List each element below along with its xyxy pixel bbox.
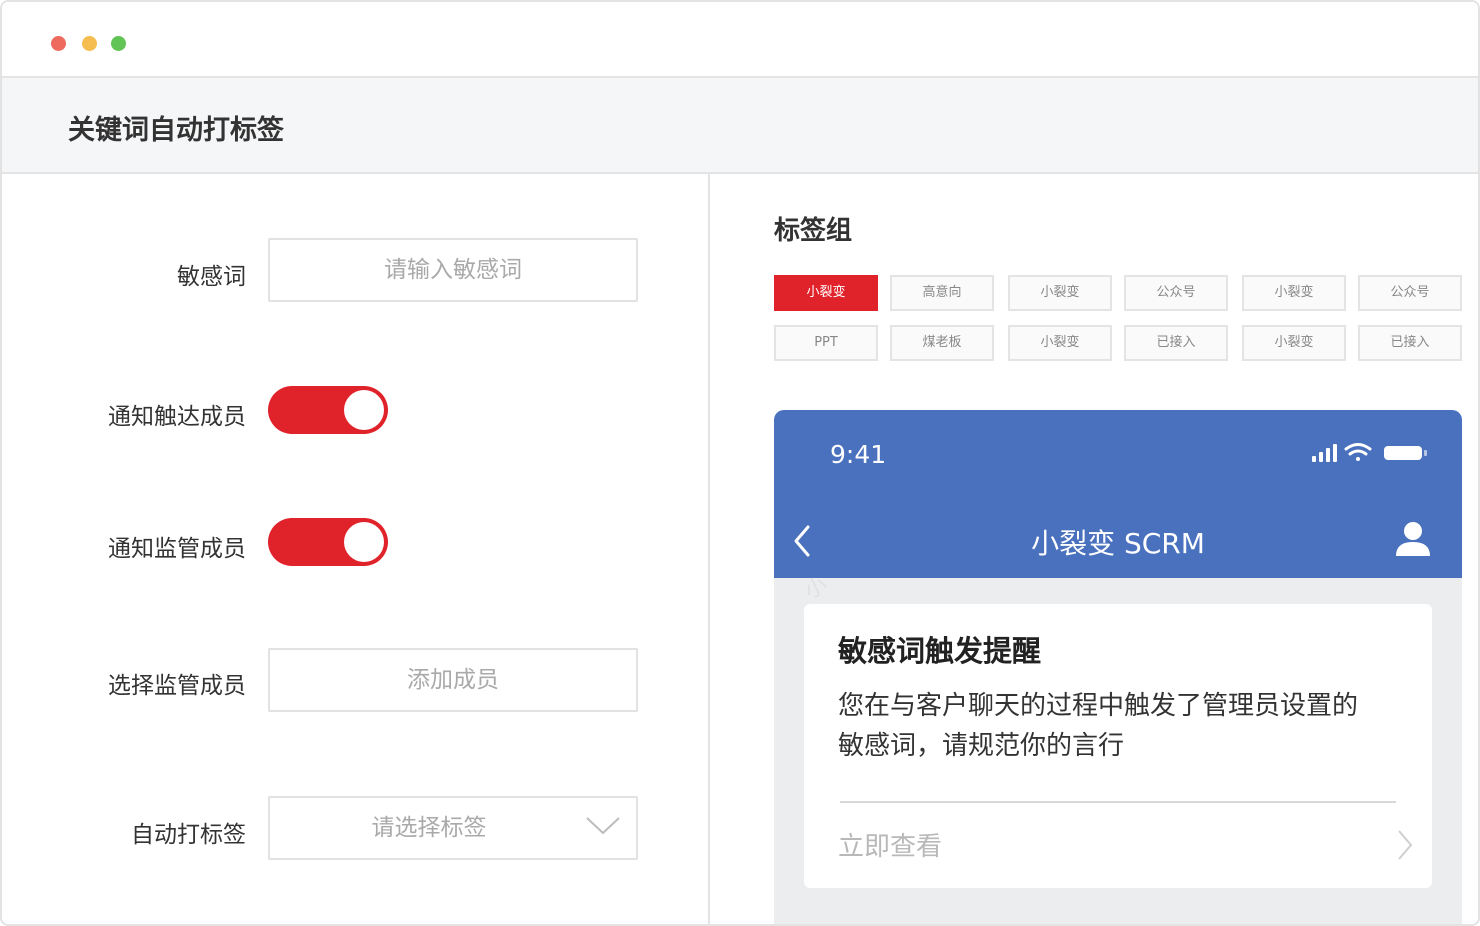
sensitive-word-label: 敏感词 [177, 264, 246, 290]
title-bar [2, 2, 1478, 78]
tag-chip[interactable]: 小裂变 [774, 275, 878, 311]
tag-chip[interactable]: 小裂变 [1008, 275, 1112, 311]
add-member-placeholder: 添加成员 [407, 667, 499, 693]
minimize-window-button[interactable] [82, 36, 97, 51]
notification-card: 敏感词触发提醒 您在与客户聊天的过程中触发了管理员设置的 敏感词，请规范你的言行… [804, 604, 1432, 888]
notification-body-line: 您在与客户聊天的过程中触发了管理员设置的 [838, 691, 1359, 721]
status-icons [1312, 443, 1427, 462]
notification-title: 敏感词触发提醒 [838, 634, 1042, 668]
view-now-link[interactable]: 立即查看 [838, 826, 942, 863]
card-divider [840, 801, 1396, 803]
panel-divider [708, 174, 710, 924]
notify-supervisor-label: 通知监管成员 [108, 536, 246, 562]
tag-chip[interactable]: 煤老板 [890, 325, 994, 361]
close-window-button[interactable] [51, 36, 66, 51]
add-member-field[interactable]: 添加成员 [268, 648, 638, 712]
toggle-knob [344, 390, 384, 430]
phone-header: 9:41 小裂变 SCRM [774, 410, 1462, 578]
tag-chip[interactable]: PPT [774, 325, 878, 361]
app-window: 关键词自动打标签 敏感词 请输入敏感词 通知触达成员 通知监管成员 选择监管成员… [0, 0, 1480, 926]
tag-group-title: 标签组 [774, 216, 853, 246]
tag-select[interactable]: 请选择标签 [268, 796, 638, 860]
select-supervisor-label: 选择监管成员 [108, 673, 246, 699]
notify-reach-toggle[interactable] [268, 386, 388, 434]
chevron-down-icon [586, 817, 620, 835]
phone-nav-title: 小裂变 SCRM [1031, 527, 1205, 560]
page-header: 关键词自动打标签 [2, 78, 1478, 174]
auto-tag-label: 自动打标签 [131, 822, 246, 848]
notify-supervisor-toggle[interactable] [268, 518, 388, 566]
page-title: 关键词自动打标签 [68, 115, 284, 146]
toggle-knob [344, 522, 384, 562]
tag-chip[interactable]: 公众号 [1124, 275, 1228, 311]
maximize-window-button[interactable] [111, 36, 126, 51]
battery-icon [1384, 446, 1427, 460]
notify-reach-label: 通知触达成员 [108, 404, 246, 430]
user-icon[interactable] [1394, 520, 1432, 558]
status-time: 9:41 [830, 440, 887, 469]
phone-preview: 9:41 小裂变 SCRM 小 敏感词触发提醒 您在与客户聊天的过程中触发了管理… [774, 410, 1462, 924]
sensitive-word-placeholder: 请输入敏感词 [384, 257, 522, 283]
signal-icon [1312, 444, 1337, 462]
tag-chip[interactable]: 已接入 [1124, 325, 1228, 361]
tag-chip[interactable]: 小裂变 [1008, 325, 1112, 361]
tag-chip[interactable]: 小裂变 [1242, 325, 1346, 361]
tag-chip[interactable]: 小裂变 [1242, 275, 1346, 311]
notification-body: 您在与客户聊天的过程中触发了管理员设置的 敏感词，请规范你的言行 [838, 686, 1408, 766]
wifi-icon [1344, 443, 1372, 461]
tag-select-placeholder: 请选择标签 [371, 815, 487, 841]
notification-body-line: 敏感词，请规范你的言行 [838, 731, 1125, 761]
sensitive-word-input[interactable]: 请输入敏感词 [268, 238, 638, 302]
tag-chip[interactable]: 高意向 [890, 275, 994, 311]
tag-chip[interactable]: 公众号 [1358, 275, 1462, 311]
tag-chip[interactable]: 已接入 [1358, 325, 1462, 361]
chevron-right-icon[interactable] [1396, 828, 1414, 862]
